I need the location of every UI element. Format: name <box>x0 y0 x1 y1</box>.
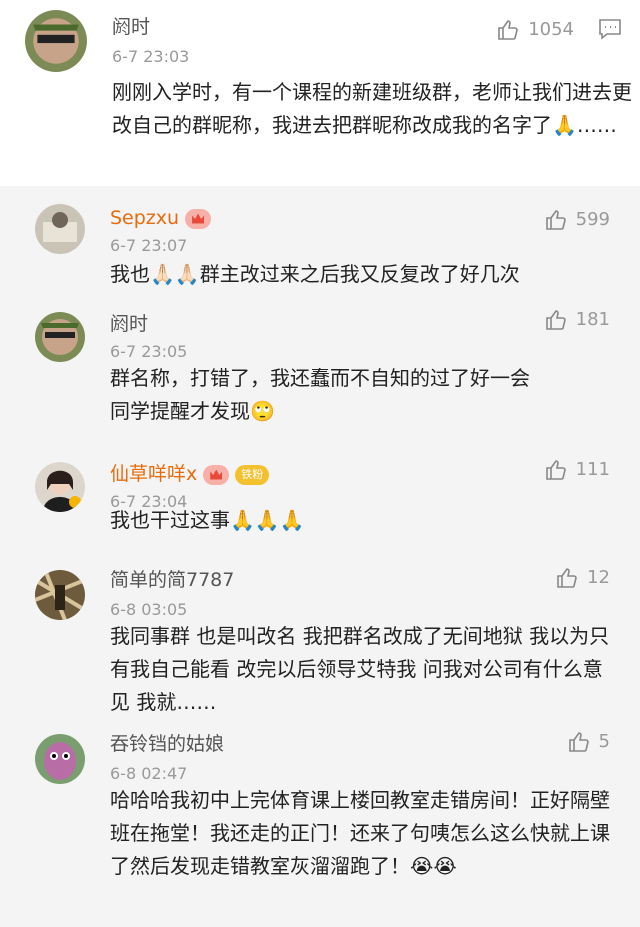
avatar[interactable] <box>25 10 87 72</box>
comment-icon[interactable] <box>598 18 622 40</box>
like-button[interactable]: 111 <box>544 458 610 482</box>
reply-list: Sepzxu 6-7 23:07 599 我也🙏🏻🙏🏻群主改过来之后我又反复改了… <box>0 186 640 927</box>
avatar[interactable] <box>35 734 85 784</box>
thumb-up-icon <box>498 20 518 40</box>
thumb-up-icon <box>545 460 566 480</box>
like-button[interactable]: 181 <box>544 308 610 332</box>
avatar[interactable] <box>35 462 85 512</box>
commenter-name[interactable]: 阏时 <box>112 15 150 39</box>
comment-time: 6-8 03:05 <box>110 600 188 619</box>
like-button[interactable]: 1054 <box>496 18 574 42</box>
comment-text: 我也🙏🏻🙏🏻群主改过来之后我又反复改了好几次 <box>110 262 520 286</box>
comment-time: 6-7 23:05 <box>110 342 188 361</box>
thumb-up-icon <box>545 310 566 330</box>
comment-time: 6-7 23:07 <box>110 236 188 255</box>
like-count: 12 <box>587 567 610 588</box>
avatar[interactable] <box>35 312 85 362</box>
avatar[interactable] <box>35 570 85 620</box>
commenter-name-text: Sepzxu <box>110 207 180 229</box>
like-button[interactable]: 5 <box>567 730 610 754</box>
crown-badge-icon <box>185 208 212 229</box>
avatar[interactable] <box>35 204 85 254</box>
like-count: 599 <box>575 209 610 230</box>
comment-text: 哈哈哈我初中上完体育课上楼回教室走错房间！正好隔壁班在拖堂！我还走的正门！还来了… <box>110 788 610 878</box>
fan-badge: 铁粉 <box>235 464 270 485</box>
main-comment: 阏时 6-7 23:03 1054 刚刚入学时，有一个课程的新建班级群，老师让我… <box>0 0 640 186</box>
commenter-name[interactable]: 仙草咩咩x 铁粉 <box>110 462 270 486</box>
thumb-up-icon <box>557 568 577 588</box>
crown-badge-icon <box>203 464 230 485</box>
commenter-name[interactable]: 吞铃铛的姑娘 <box>110 732 224 756</box>
thumb-up-icon <box>568 732 589 752</box>
comment-text: 我同事群 也是叫改名 我把群名改成了无间地狱 我以为只有我自己能看 改完以后领导… <box>110 624 610 714</box>
like-count: 1054 <box>528 19 574 40</box>
comment-text: 刚刚入学时，有一个课程的新建班级群，老师让我们进去更改自己的群昵称，我进去把群昵… <box>112 80 632 137</box>
comment-time: 6-8 02:47 <box>110 764 188 783</box>
like-button[interactable]: 12 <box>555 566 610 590</box>
commenter-name-text: 仙草咩咩x <box>110 463 198 485</box>
comment-text: 我也干过这事🙏🙏🙏 <box>110 508 305 532</box>
like-button[interactable]: 599 <box>544 208 610 232</box>
comment-text: 群名称，打错了，我还蠢而不自知的过了好一会同学提醒才发现🙄 <box>110 366 530 423</box>
thumb-up-icon <box>545 210 566 230</box>
like-count: 111 <box>575 459 610 480</box>
comment-time: 6-7 23:03 <box>112 47 190 66</box>
commenter-name[interactable]: 简单的简7787 <box>110 568 234 592</box>
commenter-name[interactable]: Sepzxu <box>110 206 212 230</box>
like-count: 5 <box>598 731 610 752</box>
like-count: 181 <box>575 309 610 330</box>
commenter-name[interactable]: 阏时 <box>110 312 148 336</box>
